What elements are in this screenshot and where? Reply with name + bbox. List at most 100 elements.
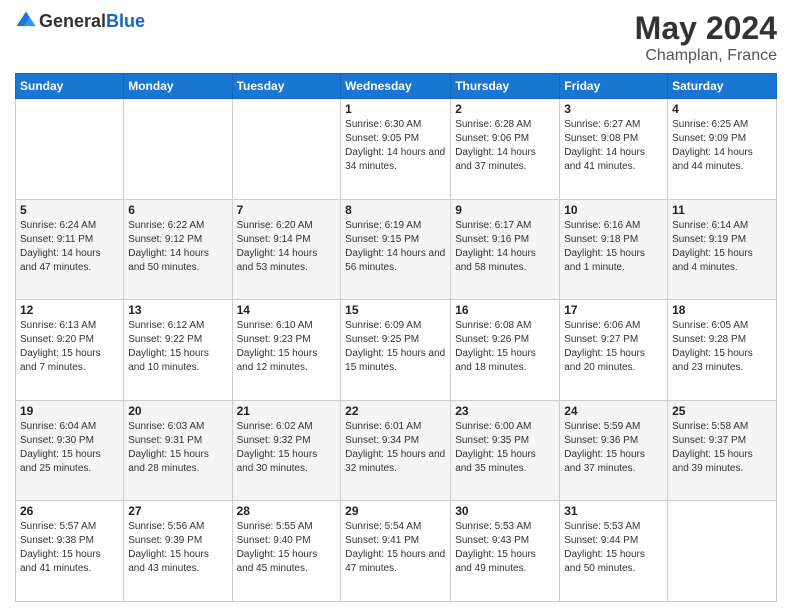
day-info: Sunrise: 6:14 AMSunset: 9:19 PMDaylight:… (672, 219, 772, 275)
calendar-cell: 19Sunrise: 6:04 AMSunset: 9:30 PMDayligh… (16, 400, 124, 501)
calendar-cell: 31 Sunrise: 5:53 AMSunset: 9:44 PMDayligh… (560, 501, 668, 602)
day-info: Sunrise: 5:54 AMSunset: 9:41 PMDaylight:… (345, 520, 446, 576)
day-info: Sunrise: 6:10 AMSunset: 9:23 PMDaylight:… (237, 319, 337, 375)
day-number: 25 (672, 404, 772, 418)
day-info: Sunrise: 6:17 AMSunset: 9:16 PMDaylight:… (455, 219, 555, 275)
day-info: Sunrise: 6:22 AMSunset: 9:12 PMDaylight:… (128, 219, 227, 275)
day-number: 20 (128, 404, 227, 418)
day-number: 13 (128, 303, 227, 317)
calendar-cell: 28Sunrise: 5:55 AMSunset: 9:40 PMDayligh… (232, 501, 341, 602)
title-block: May 2024 Champlan, France (635, 10, 777, 65)
day-info: Sunrise: 6:05 AMSunset: 9:28 PMDaylight:… (672, 319, 772, 375)
calendar-cell: 14 Sunrise: 6:10 AMSunset: 9:23 PMDayligh… (232, 300, 341, 401)
day-info: Sunrise: 6:09 AMSunset: 9:25 PMDaylight:… (345, 319, 446, 375)
calendar-cell: 5 Sunrise: 6:24 AMSunset: 9:11 PMDaylight… (16, 199, 124, 300)
day-info: Sunrise: 6:00 AMSunset: 9:35 PMDaylight:… (455, 420, 555, 476)
calendar-cell: 29 Sunrise: 5:54 AMSunset: 9:41 PMDayligh… (341, 501, 451, 602)
day-info: Sunrise: 5:55 AMSunset: 9:40 PMDaylight:… (237, 520, 337, 576)
calendar-day-header: Monday (124, 74, 232, 99)
day-number: 9 (455, 203, 555, 217)
calendar-cell: 21 Sunrise: 6:02 AMSunset: 9:32 PMDayligh… (232, 400, 341, 501)
day-number: 6 (128, 203, 227, 217)
day-info: Sunrise: 5:57 AMSunset: 9:38 PMDaylight:… (20, 520, 119, 576)
day-info: Sunrise: 6:27 AMSunset: 9:08 PMDaylight:… (564, 118, 663, 174)
day-number: 22 (345, 404, 446, 418)
day-number: 27 (128, 504, 227, 518)
day-number: 17 (564, 303, 663, 317)
calendar-cell: 15 Sunrise: 6:09 AMSunset: 9:25 PMDayligh… (341, 300, 451, 401)
calendar-week-row: 26Sunrise: 5:57 AMSunset: 9:38 PMDayligh… (16, 501, 777, 602)
day-number: 14 (237, 303, 337, 317)
logo-icon (15, 10, 37, 32)
calendar-cell: 8Sunrise: 6:19 AMSunset: 9:15 PMDaylight… (341, 199, 451, 300)
day-number: 24 (564, 404, 663, 418)
calendar-week-row: 12Sunrise: 6:13 AMSunset: 9:20 PMDayligh… (16, 300, 777, 401)
calendar-cell: 3 Sunrise: 6:27 AMSunset: 9:08 PMDaylight… (560, 99, 668, 200)
calendar-cell: 2 Sunrise: 6:28 AMSunset: 9:06 PMDaylight… (451, 99, 560, 200)
calendar-cell: 12Sunrise: 6:13 AMSunset: 9:20 PMDayligh… (16, 300, 124, 401)
day-info: Sunrise: 6:08 AMSunset: 9:26 PMDaylight:… (455, 319, 555, 375)
day-number: 2 (455, 102, 555, 116)
calendar-cell: 1 Sunrise: 6:30 AMSunset: 9:05 PMDaylight… (341, 99, 451, 200)
calendar-week-row: 5 Sunrise: 6:24 AMSunset: 9:11 PMDaylight… (16, 199, 777, 300)
calendar-week-row: 1 Sunrise: 6:30 AMSunset: 9:05 PMDaylight… (16, 99, 777, 200)
calendar-cell: 27Sunrise: 5:56 AMSunset: 9:39 PMDayligh… (124, 501, 232, 602)
day-number: 11 (672, 203, 772, 217)
calendar-cell: 20 Sunrise: 6:03 AMSunset: 9:31 PMDayligh… (124, 400, 232, 501)
day-info: Sunrise: 6:13 AMSunset: 9:20 PMDaylight:… (20, 319, 119, 375)
calendar-day-header: Friday (560, 74, 668, 99)
calendar-cell: 10Sunrise: 6:16 AMSunset: 9:18 PMDayligh… (560, 199, 668, 300)
day-info: Sunrise: 5:59 AMSunset: 9:36 PMDaylight:… (564, 420, 663, 476)
day-number: 8 (345, 203, 446, 217)
calendar-cell: 9 Sunrise: 6:17 AMSunset: 9:16 PMDaylight… (451, 199, 560, 300)
calendar-cell: 23 Sunrise: 6:00 AMSunset: 9:35 PMDayligh… (451, 400, 560, 501)
calendar-cell: 6 Sunrise: 6:22 AMSunset: 9:12 PMDaylight… (124, 199, 232, 300)
calendar-cell: 7Sunrise: 6:20 AMSunset: 9:14 PMDaylight… (232, 199, 341, 300)
day-info: Sunrise: 6:02 AMSunset: 9:32 PMDaylight:… (237, 420, 337, 476)
calendar-day-header: Sunday (16, 74, 124, 99)
calendar-header-row: SundayMondayTuesdayWednesdayThursdayFrid… (16, 74, 777, 99)
logo: GeneralBlue (15, 10, 145, 32)
page-header: GeneralBlue May 2024 Champlan, France (15, 10, 777, 65)
day-number: 15 (345, 303, 446, 317)
calendar-cell: 26Sunrise: 5:57 AMSunset: 9:38 PMDayligh… (16, 501, 124, 602)
calendar-week-row: 19Sunrise: 6:04 AMSunset: 9:30 PMDayligh… (16, 400, 777, 501)
day-number: 21 (237, 404, 337, 418)
calendar-day-header: Wednesday (341, 74, 451, 99)
day-info: Sunrise: 5:53 AMSunset: 9:43 PMDaylight:… (455, 520, 555, 576)
calendar-cell: 16 Sunrise: 6:08 AMSunset: 9:26 PMDayligh… (451, 300, 560, 401)
day-number: 10 (564, 203, 663, 217)
location-subtitle: Champlan, France (635, 47, 777, 65)
day-info: Sunrise: 6:03 AMSunset: 9:31 PMDaylight:… (128, 420, 227, 476)
day-number: 23 (455, 404, 555, 418)
calendar-cell (16, 99, 124, 200)
day-number: 18 (672, 303, 772, 317)
calendar-cell: 17 Sunrise: 6:06 AMSunset: 9:27 PMDayligh… (560, 300, 668, 401)
day-info: Sunrise: 5:53 AMSunset: 9:44 PMDaylight:… (564, 520, 663, 576)
day-number: 16 (455, 303, 555, 317)
day-info: Sunrise: 6:06 AMSunset: 9:27 PMDaylight:… (564, 319, 663, 375)
day-info: Sunrise: 6:30 AMSunset: 9:05 PMDaylight:… (345, 118, 446, 174)
calendar-cell: 13Sunrise: 6:12 AMSunset: 9:22 PMDayligh… (124, 300, 232, 401)
calendar-cell (668, 501, 777, 602)
day-number: 4 (672, 102, 772, 116)
day-number: 7 (237, 203, 337, 217)
day-number: 3 (564, 102, 663, 116)
calendar-day-header: Thursday (451, 74, 560, 99)
calendar-cell: 4Sunrise: 6:25 AMSunset: 9:09 PMDaylight… (668, 99, 777, 200)
day-number: 5 (20, 203, 119, 217)
logo-blue-text: Blue (106, 11, 145, 31)
calendar-day-header: Saturday (668, 74, 777, 99)
day-info: Sunrise: 6:24 AMSunset: 9:11 PMDaylight:… (20, 219, 119, 275)
calendar-cell: 24 Sunrise: 5:59 AMSunset: 9:36 PMDayligh… (560, 400, 668, 501)
day-info: Sunrise: 6:01 AMSunset: 9:34 PMDaylight:… (345, 420, 446, 476)
logo-general-text: General (39, 11, 106, 31)
day-info: Sunrise: 6:28 AMSunset: 9:06 PMDaylight:… (455, 118, 555, 174)
day-number: 1 (345, 102, 446, 116)
day-number: 29 (345, 504, 446, 518)
month-year-title: May 2024 (635, 10, 777, 47)
calendar-cell: 30Sunrise: 5:53 AMSunset: 9:43 PMDayligh… (451, 501, 560, 602)
calendar-cell: 18 Sunrise: 6:05 AMSunset: 9:28 PMDayligh… (668, 300, 777, 401)
calendar-cell: 11 Sunrise: 6:14 AMSunset: 9:19 PMDayligh… (668, 199, 777, 300)
day-number: 31 (564, 504, 663, 518)
